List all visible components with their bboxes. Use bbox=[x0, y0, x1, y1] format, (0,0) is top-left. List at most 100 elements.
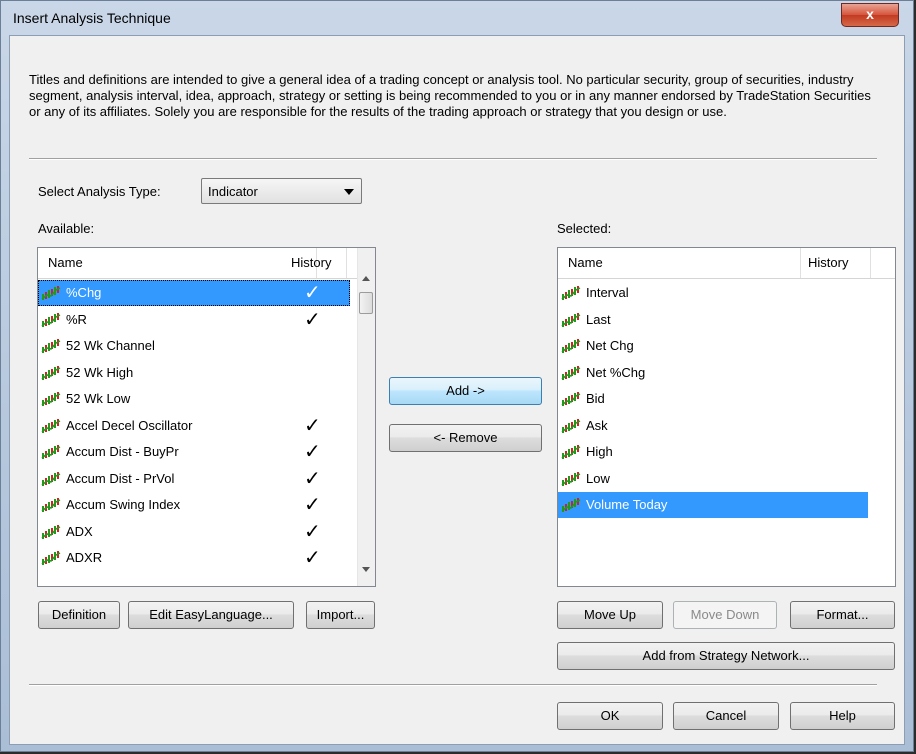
window-title: Insert Analysis Technique bbox=[13, 10, 171, 26]
disclaimer-text: Titles and definitions are intended to g… bbox=[29, 72, 871, 119]
indicator-chart-icon bbox=[561, 392, 581, 406]
separator-top bbox=[29, 158, 877, 160]
list-item-name: 52 Wk Low bbox=[66, 391, 131, 406]
selected-list[interactable]: Name History Interval Last Net Chg Net %Chg… bbox=[557, 247, 896, 587]
list-item[interactable]: Accum Dist - BuyPr ✓ bbox=[38, 439, 350, 465]
column-divider bbox=[346, 248, 347, 278]
indicator-chart-icon bbox=[561, 445, 581, 459]
available-col-name[interactable]: Name bbox=[48, 255, 83, 270]
ok-button[interactable]: OK bbox=[557, 702, 663, 730]
list-item[interactable]: Accum Dist - PrVol ✓ bbox=[38, 466, 350, 492]
list-item-name: Net %Chg bbox=[586, 364, 646, 380]
list-item[interactable]: Net %Chg bbox=[558, 360, 868, 386]
move-up-button[interactable]: Move Up bbox=[557, 601, 663, 629]
close-button[interactable]: x bbox=[841, 3, 899, 27]
list-item-name: Net Chg bbox=[586, 338, 634, 353]
list-item[interactable]: Last bbox=[558, 307, 868, 333]
indicator-chart-icon bbox=[41, 551, 61, 565]
format-button[interactable]: Format... bbox=[790, 601, 895, 629]
list-item[interactable]: Ask bbox=[558, 413, 868, 439]
list-item-name: Accel Decel Oscillator bbox=[66, 417, 193, 433]
history-check-icon: ✓ bbox=[304, 494, 321, 516]
selected-label: Selected: bbox=[557, 221, 612, 236]
edit-easylanguage-button[interactable]: Edit EasyLanguage... bbox=[128, 601, 294, 629]
available-col-history[interactable]: History bbox=[291, 255, 331, 270]
title-bar[interactable]: Insert Analysis Technique x bbox=[1, 1, 913, 35]
list-item[interactable]: %R ✓ bbox=[38, 307, 350, 333]
list-item-name: ADXR bbox=[66, 550, 103, 565]
indicator-chart-icon bbox=[561, 286, 581, 300]
indicator-chart-icon bbox=[41, 524, 61, 539]
history-check-icon: ✓ bbox=[304, 414, 321, 437]
list-item-name: Accum Dist - BuyPr bbox=[66, 444, 179, 459]
list-item[interactable]: Bid bbox=[558, 386, 868, 412]
list-item-name: Accum Swing Index bbox=[66, 497, 181, 512]
available-list-header: Name History bbox=[38, 248, 360, 279]
scroll-up-icon[interactable] bbox=[362, 276, 370, 281]
indicator-chart-icon bbox=[41, 312, 61, 327]
list-item[interactable]: High bbox=[558, 439, 868, 465]
list-item-name: 52 Wk High bbox=[66, 364, 134, 380]
indicator-chart-icon bbox=[561, 498, 581, 512]
column-divider bbox=[870, 248, 871, 278]
list-item[interactable]: Low bbox=[558, 466, 868, 492]
list-item[interactable]: %Chg ✓ bbox=[38, 280, 350, 306]
indicator-chart-icon bbox=[561, 312, 581, 327]
indicator-chart-icon bbox=[41, 498, 61, 512]
available-label: Available: bbox=[38, 221, 95, 236]
list-item[interactable]: Volume Today bbox=[558, 492, 868, 518]
history-check-icon: ✓ bbox=[304, 282, 321, 304]
indicator-chart-icon bbox=[561, 339, 581, 353]
import-button[interactable]: Import... bbox=[306, 601, 375, 629]
list-item[interactable]: 52 Wk High bbox=[38, 360, 350, 386]
list-item-name: Bid bbox=[586, 391, 605, 406]
list-item-name: 52 Wk Channel bbox=[66, 338, 155, 353]
list-item-name: Volume Today bbox=[586, 497, 668, 512]
cancel-button[interactable]: Cancel bbox=[673, 702, 779, 730]
add-from-strategy-network-button[interactable]: Add from Strategy Network... bbox=[557, 642, 895, 670]
scroll-down-icon[interactable] bbox=[362, 567, 370, 572]
indicator-chart-icon bbox=[41, 418, 61, 433]
list-item-name: Interval bbox=[586, 285, 629, 300]
indicator-chart-icon bbox=[41, 365, 61, 380]
scroll-thumb[interactable] bbox=[359, 292, 373, 314]
column-divider bbox=[800, 248, 801, 278]
indicator-chart-icon bbox=[561, 418, 581, 433]
indicator-chart-icon bbox=[561, 365, 581, 380]
indicator-chart-icon bbox=[41, 286, 61, 300]
list-item[interactable]: ADX ✓ bbox=[38, 519, 350, 545]
analysis-type-value: Indicator bbox=[208, 184, 258, 199]
indicator-chart-icon bbox=[41, 445, 61, 459]
add-button[interactable]: Add -> bbox=[389, 377, 542, 405]
list-item[interactable]: Interval bbox=[558, 280, 868, 306]
list-item-name: High bbox=[586, 444, 613, 459]
analysis-type-select[interactable]: Indicator bbox=[201, 178, 362, 204]
list-item-name: Low bbox=[586, 470, 610, 486]
history-check-icon: ✓ bbox=[304, 467, 321, 490]
definition-button[interactable]: Definition bbox=[38, 601, 120, 629]
list-item-name: Ask bbox=[586, 417, 608, 433]
separator-bottom bbox=[29, 684, 877, 686]
indicator-chart-icon bbox=[41, 392, 61, 406]
history-check-icon: ✓ bbox=[304, 308, 321, 331]
help-button[interactable]: Help bbox=[790, 702, 895, 730]
list-item[interactable]: ADXR ✓ bbox=[38, 545, 350, 571]
selected-col-history[interactable]: History bbox=[808, 255, 848, 270]
list-item-name: Accum Dist - PrVol bbox=[66, 470, 175, 486]
available-scrollbar[interactable] bbox=[357, 248, 375, 586]
analysis-type-label: Select Analysis Type: bbox=[38, 184, 161, 199]
list-item-name: Last bbox=[586, 311, 611, 327]
list-item[interactable]: 52 Wk Channel bbox=[38, 333, 350, 359]
history-check-icon: ✓ bbox=[304, 547, 321, 569]
list-item-name: %Chg bbox=[66, 285, 102, 300]
list-item[interactable]: Accel Decel Oscillator ✓ bbox=[38, 413, 350, 439]
list-item[interactable]: Net Chg bbox=[558, 333, 868, 359]
move-down-button[interactable]: Move Down bbox=[673, 601, 777, 629]
list-item[interactable]: 52 Wk Low bbox=[38, 386, 350, 412]
available-list[interactable]: Name History %Chg ✓ %R ✓ 52 Wk Channel 52 Wk … bbox=[37, 247, 376, 587]
history-check-icon: ✓ bbox=[304, 441, 321, 463]
list-item[interactable]: Accum Swing Index ✓ bbox=[38, 492, 350, 518]
selected-col-name[interactable]: Name bbox=[568, 255, 603, 270]
list-item-name: ADX bbox=[66, 523, 93, 539]
remove-button[interactable]: <- Remove bbox=[389, 424, 542, 452]
